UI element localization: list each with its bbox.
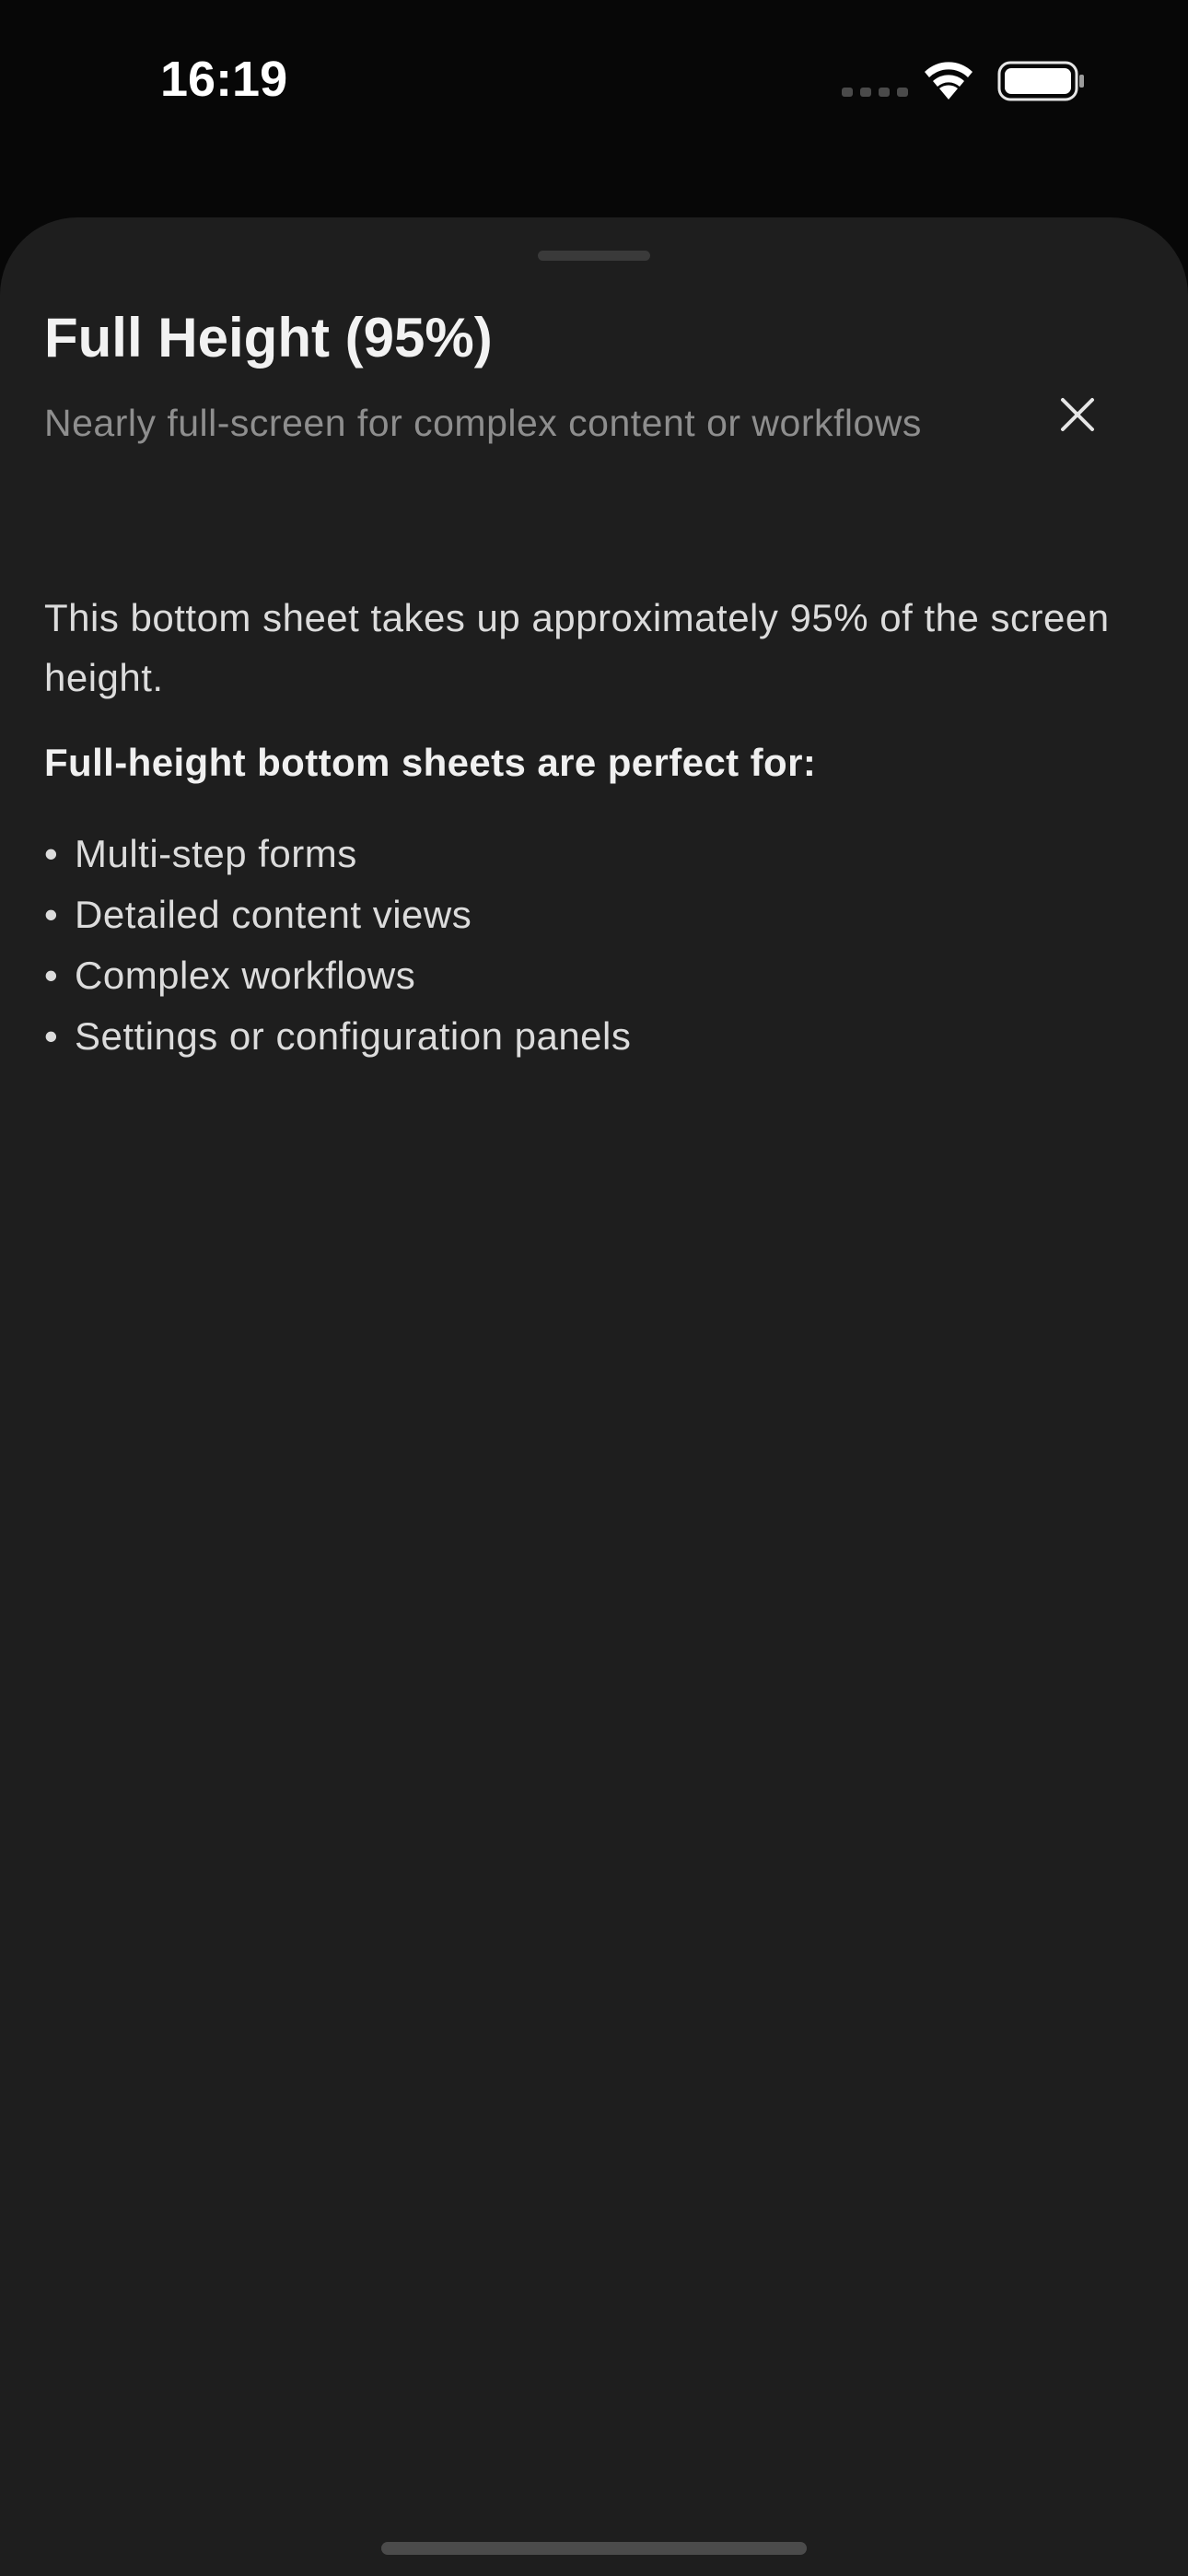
sheet-description: This bottom sheet takes up approximately… xyxy=(44,596,1110,699)
drag-handle[interactable] xyxy=(538,251,650,261)
sheet-title: Full Height (95%) xyxy=(44,307,493,369)
battery-icon xyxy=(997,61,1086,106)
close-button[interactable] xyxy=(1050,387,1105,442)
bullet: • xyxy=(44,832,59,875)
home-indicator[interactable] xyxy=(381,2542,807,2555)
list-item: • Complex workflows xyxy=(44,945,631,1006)
list-item: • Multi-step forms xyxy=(44,824,631,884)
close-icon xyxy=(1061,398,1094,431)
feature-list: • Multi-step forms • Detailed content view… xyxy=(44,824,631,1067)
list-item: • Detailed content views xyxy=(44,884,631,945)
bottom-sheet: Full Height (95%) Nearly full-screen for… xyxy=(0,217,1188,2576)
list-heading: Full-height bottom sheets are perfect fo… xyxy=(44,741,817,784)
list-item: • Settings or configuration panels xyxy=(44,1006,631,1067)
wifi-icon xyxy=(921,59,976,104)
sheet-subtitle: Nearly full-screen for complex content o… xyxy=(44,402,922,444)
cellular-signal-icon xyxy=(842,88,908,97)
status-bar: 16:19 xyxy=(0,0,1188,166)
bullet: • xyxy=(44,1014,59,1058)
status-time: 16:19 xyxy=(160,52,288,107)
bullet: • xyxy=(44,893,59,936)
bullet: • xyxy=(44,954,59,997)
